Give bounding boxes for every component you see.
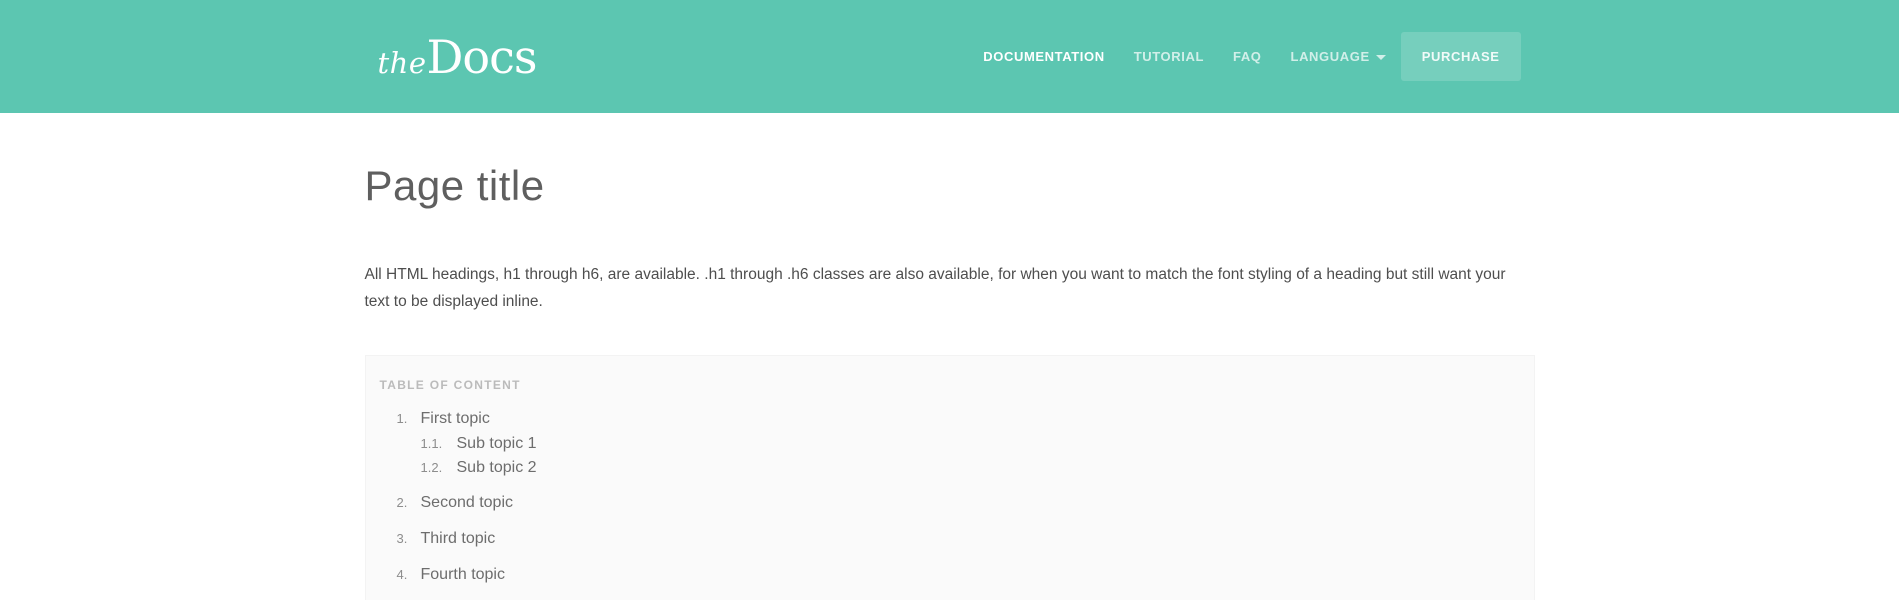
- toc-item-label: First topic: [421, 409, 490, 428]
- toc-item-number: 1.1.: [421, 435, 447, 452]
- toc-item-number: 1.: [397, 409, 411, 428]
- toc-item-label: Sub topic 1: [457, 435, 537, 452]
- toc-item-number: 3.: [397, 529, 411, 548]
- logo-prefix: the: [378, 46, 427, 80]
- nav-item-documentation[interactable]: DOCUMENTATION: [983, 49, 1104, 64]
- toc-item-sub-topic-2[interactable]: 1.2. Sub topic 2: [380, 459, 1514, 476]
- toc-item-second-topic[interactable]: 2. Second topic: [380, 493, 1514, 512]
- caret-down-icon: [1376, 55, 1386, 60]
- nav-item-language-label: LANGUAGE: [1291, 49, 1370, 64]
- nav-item-faq[interactable]: FAQ: [1233, 49, 1262, 64]
- toc-item-third-topic[interactable]: 3. Third topic: [380, 529, 1514, 548]
- toc-item-label: Second topic: [421, 493, 514, 512]
- site-logo[interactable]: theDocs: [378, 34, 537, 80]
- toc-item-fourth-topic[interactable]: 4. Fourth topic: [380, 565, 1514, 584]
- main-nav: DOCUMENTATION TUTORIAL FAQ LANGUAGE PURC…: [954, 32, 1520, 81]
- toc-item-number: 2.: [397, 493, 411, 512]
- table-of-content-panel: TABLE OF CONTENT 1. First topic 1.1. Sub…: [365, 355, 1535, 600]
- logo-name: Docs: [427, 34, 537, 80]
- purchase-button[interactable]: PURCHASE: [1401, 32, 1521, 81]
- page-title: Page title: [365, 163, 1535, 209]
- toc-item-label: Fourth topic: [421, 565, 505, 584]
- toc-item-label: Sub topic 2: [457, 459, 537, 476]
- toc-label: TABLE OF CONTENT: [380, 378, 1514, 392]
- toc-item-first-topic[interactable]: 1. First topic: [380, 409, 1514, 428]
- toc-item-label: Third topic: [421, 529, 496, 548]
- toc-item-number: 4.: [397, 565, 411, 584]
- nav-item-tutorial[interactable]: TUTORIAL: [1134, 49, 1204, 64]
- toc-item-number: 1.2.: [421, 459, 447, 476]
- page-content: Page title All HTML headings, h1 through…: [365, 163, 1535, 600]
- intro-paragraph: All HTML headings, h1 through h6, are av…: [365, 261, 1535, 315]
- nav-item-language-dropdown[interactable]: LANGUAGE: [1291, 49, 1386, 64]
- site-header: theDocs DOCUMENTATION TUTORIAL FAQ LANGU…: [0, 0, 1899, 113]
- toc-item-sub-topic-1[interactable]: 1.1. Sub topic 1: [380, 435, 1514, 452]
- toc-list: 1. First topic 1.1. Sub topic 1 1.2. Sub…: [380, 409, 1514, 584]
